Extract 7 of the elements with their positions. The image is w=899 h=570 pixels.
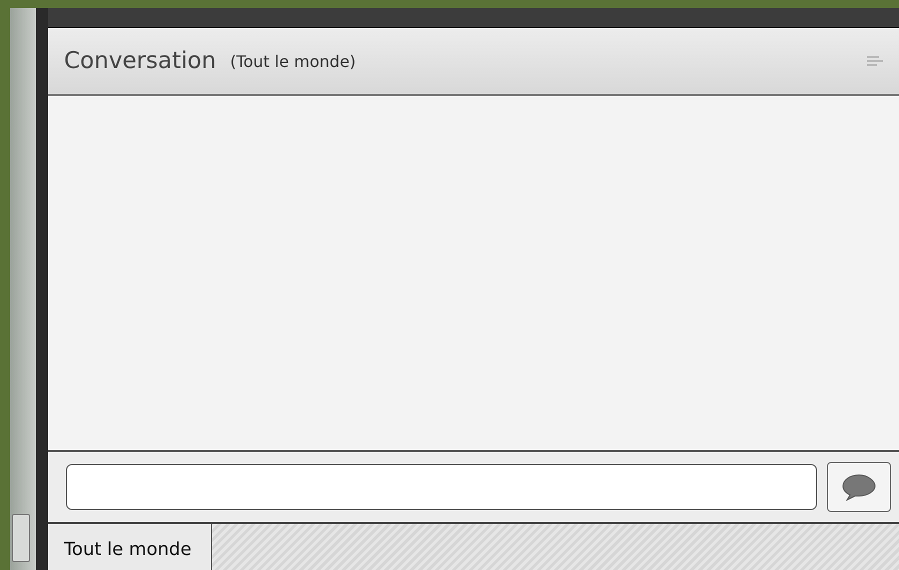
speech-bubble-icon <box>841 473 877 501</box>
panel-scope: (Tout le monde) <box>230 52 357 70</box>
panel-title: Conversation <box>64 48 216 74</box>
message-input[interactable] <box>66 464 817 510</box>
side-button[interactable] <box>12 514 30 562</box>
tab[interactable]: Tout le monde <box>48 524 212 570</box>
send-button[interactable] <box>827 462 891 512</box>
